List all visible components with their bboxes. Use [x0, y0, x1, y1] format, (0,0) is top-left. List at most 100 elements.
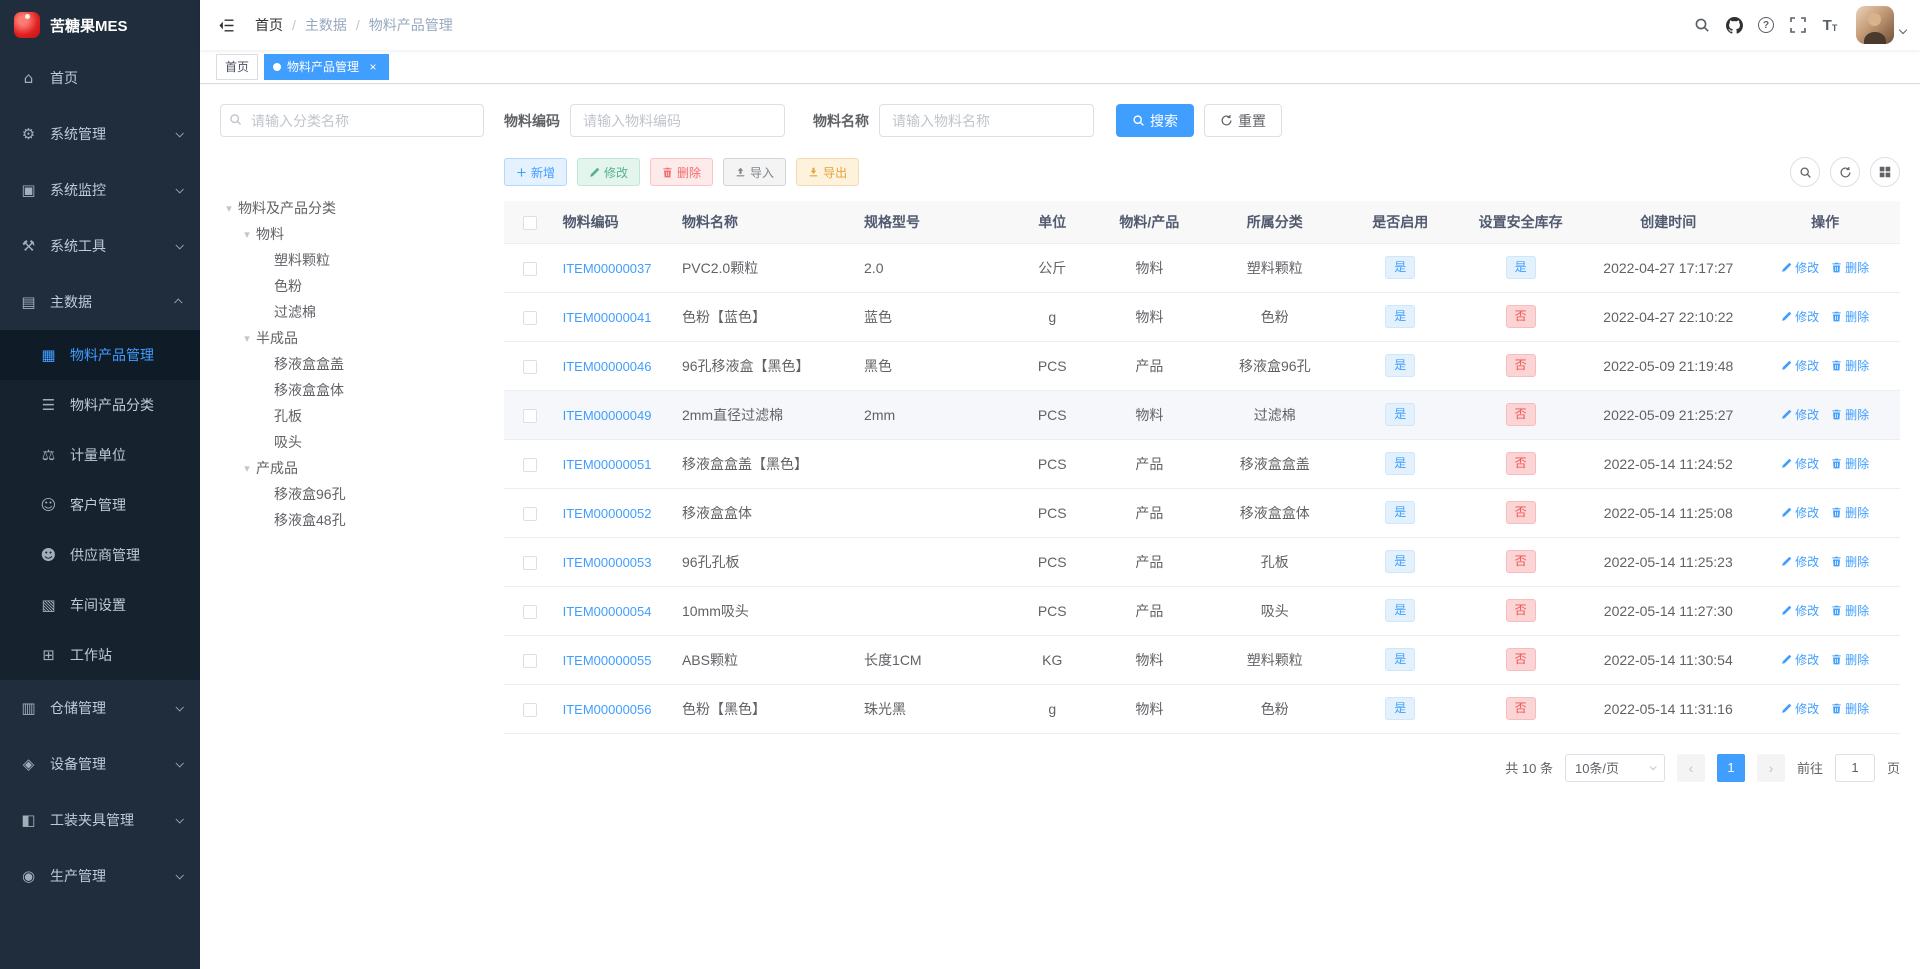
table-row[interactable]: ITEM00000051 移液盒盒盖【黑色】 PCS 产品 移液盒盒盖 是 否 2022-05… — [504, 439, 1900, 489]
row-edit-button[interactable]: 修改 — [1781, 504, 1819, 521]
tree-node[interactable]: 移液盒96孔 — [220, 481, 484, 507]
caret-down-icon[interactable]: ▾ — [238, 228, 256, 241]
tree-node[interactable]: 色粉 — [220, 273, 484, 299]
breadcrumb-home[interactable]: 首页 — [255, 15, 283, 35]
row-delete-button[interactable]: 删除 — [1831, 700, 1869, 717]
row-checkbox[interactable] — [523, 261, 538, 276]
table-row[interactable]: ITEM00000052 移液盒盒体 PCS 产品 移液盒盒体是否 2022-05-14 … — [504, 488, 1900, 538]
toggle-search-button[interactable] — [1790, 157, 1820, 187]
item-code-input[interactable] — [570, 104, 785, 137]
fullscreen-icon[interactable] — [1782, 0, 1814, 50]
tab-1[interactable]: 物料产品管理 × — [264, 53, 390, 80]
row-checkbox[interactable] — [523, 653, 538, 668]
row-checkbox[interactable] — [523, 702, 538, 717]
item-code-link[interactable]: ITEM00000051 — [563, 457, 652, 472]
caret-down-icon[interactable]: ▾ — [238, 462, 256, 475]
import-button[interactable]: 导入 — [723, 158, 787, 186]
sidebar-item-fixture[interactable]: ◧ 工装夹具管理 — [0, 792, 200, 848]
sidebar-item-home[interactable]: ⌂ 首页 — [0, 50, 200, 106]
row-checkbox[interactable] — [523, 408, 538, 423]
sidebar-item-workshop[interactable]: ▧ 车间设置 — [0, 580, 200, 630]
row-checkbox[interactable] — [523, 457, 538, 472]
table-row[interactable]: ITEM00000049 2mm直径过滤棉 2mm PCS 物料 过滤棉 是 否 2022-05… — [504, 390, 1900, 440]
tree-node[interactable]: ▾ 物料及产品分类 — [220, 195, 484, 221]
sidebar-item-system[interactable]: ⚙ 系统管理 — [0, 106, 200, 162]
user-menu[interactable] — [1856, 6, 1908, 44]
item-code-link[interactable]: ITEM00000052 — [563, 506, 652, 521]
sidebar-item-monitor[interactable]: ▣ 系统监控 — [0, 162, 200, 218]
tree-node[interactable]: 移液盒48孔 — [220, 507, 484, 533]
item-code-link[interactable]: ITEM00000046 — [563, 359, 652, 374]
export-button[interactable]: 导出 — [796, 158, 860, 186]
sidebar-item-measure-unit[interactable]: ⚖ 计量单位 — [0, 430, 200, 480]
row-delete-button[interactable]: 删除 — [1831, 553, 1869, 570]
row-delete-button[interactable]: 删除 — [1831, 504, 1869, 521]
row-delete-button[interactable]: 删除 — [1831, 357, 1869, 374]
tree-node[interactable]: ▾ 产成品 — [220, 455, 484, 481]
sidebar-item-workstation[interactable]: ⊞ 工作站 — [0, 630, 200, 680]
row-edit-button[interactable]: 修改 — [1781, 357, 1819, 374]
caret-down-icon[interactable]: ▾ — [238, 332, 256, 345]
sidebar-item-warehouse[interactable]: ▥ 仓储管理 — [0, 680, 200, 736]
search-button[interactable]: 搜索 — [1116, 104, 1194, 137]
row-delete-button[interactable]: 删除 — [1831, 602, 1869, 619]
prev-page-button[interactable]: ‹ — [1676, 753, 1705, 782]
row-edit-button[interactable]: 修改 — [1781, 259, 1819, 276]
table-row[interactable]: ITEM00000046 96孔移液盒【黑色】 黑色 PCS 产品 移液盒96孔 是 否 202… — [504, 341, 1900, 391]
row-edit-button[interactable]: 修改 — [1781, 308, 1819, 325]
item-code-link[interactable]: ITEM00000037 — [563, 261, 652, 276]
sidebar-item-equipment[interactable]: ◈ 设备管理 — [0, 736, 200, 792]
breadcrumb-master-data[interactable]: 主数据 — [305, 15, 347, 35]
table-row[interactable]: ITEM00000053 96孔孔板 PCS 产品 孔板 是 否 2022-05-14 11:… — [504, 537, 1900, 587]
reset-button[interactable]: 重置 — [1204, 104, 1282, 137]
table-row[interactable]: ITEM00000041 色粉【蓝色】 蓝色 g 物料 色粉 是 否 2022-04-27 22… — [504, 292, 1900, 342]
add-button[interactable]: 新增 — [504, 158, 568, 186]
tree-node[interactable]: 过滤棉 — [220, 299, 484, 325]
row-delete-button[interactable]: 删除 — [1831, 406, 1869, 423]
tree-node[interactable]: ▾ 物料 — [220, 221, 484, 247]
tree-node[interactable]: 孔板 — [220, 403, 484, 429]
tree-node[interactable]: 移液盒盒盖 — [220, 351, 484, 377]
sidebar-item-customer[interactable]: ☺ 客户管理 — [0, 480, 200, 530]
tree-node[interactable]: 吸头 — [220, 429, 484, 455]
help-icon[interactable]: ? — [1750, 0, 1782, 50]
row-checkbox[interactable] — [523, 506, 538, 521]
row-checkbox[interactable] — [523, 310, 538, 325]
table-row[interactable]: ITEM00000056 色粉【黑色】 珠光黑 g 物料 色粉 是 否 2022-05-14 1… — [504, 684, 1900, 734]
sidebar-item-supplier[interactable]: ☻ 供应商管理 — [0, 530, 200, 580]
row-edit-button[interactable]: 修改 — [1781, 602, 1819, 619]
sidebar-item-tools[interactable]: ⚒ 系统工具 — [0, 218, 200, 274]
search-icon[interactable] — [1686, 0, 1718, 50]
row-delete-button[interactable]: 删除 — [1831, 455, 1869, 472]
sidebar-toggle-icon[interactable] — [210, 0, 243, 50]
row-delete-button[interactable]: 删除 — [1831, 259, 1869, 276]
edit-button[interactable]: 修改 — [577, 158, 641, 186]
item-name-input[interactable] — [879, 104, 1094, 137]
item-code-link[interactable]: ITEM00000049 — [563, 408, 652, 423]
next-page-button[interactable]: › — [1756, 753, 1785, 782]
category-search-input[interactable] — [220, 104, 484, 137]
sidebar-item-master-data[interactable]: ▤ 主数据 — [0, 274, 200, 330]
row-checkbox[interactable] — [523, 359, 538, 374]
sidebar-item-material-category[interactable]: ☰ 物料产品分类 — [0, 380, 200, 430]
tree-node[interactable]: 塑料颗粒 — [220, 247, 484, 273]
goto-page-input[interactable] — [1834, 753, 1875, 782]
row-delete-button[interactable]: 删除 — [1831, 651, 1869, 668]
tree-node[interactable]: 移液盒盒体 — [220, 377, 484, 403]
row-edit-button[interactable]: 修改 — [1781, 455, 1819, 472]
github-icon[interactable] — [1718, 0, 1750, 50]
row-checkbox[interactable] — [523, 604, 538, 619]
sidebar-item-production[interactable]: ◉ 生产管理 — [0, 848, 200, 904]
app-logo[interactable]: 苦糖果MES — [0, 0, 200, 50]
item-code-link[interactable]: ITEM00000053 — [563, 555, 652, 570]
caret-down-icon[interactable]: ▾ — [220, 202, 238, 215]
row-edit-button[interactable]: 修改 — [1781, 700, 1819, 717]
row-edit-button[interactable]: 修改 — [1781, 651, 1819, 668]
table-row[interactable]: ITEM00000037 PVC2.0颗粒 2.0 公斤 物料 塑料颗粒 是 是 2022-04… — [504, 243, 1900, 293]
row-delete-button[interactable]: 删除 — [1831, 308, 1869, 325]
font-size-icon[interactable]: TT — [1814, 0, 1846, 50]
close-tab-icon[interactable]: × — [366, 60, 380, 74]
table-row[interactable]: ITEM00000055 ABS颗粒 长度1CM KG 物料 塑料颗粒 是 否 2022-05-… — [504, 635, 1900, 685]
sidebar-item-material-manage[interactable]: ▦ 物料产品管理 — [0, 330, 200, 380]
item-code-link[interactable]: ITEM00000056 — [563, 702, 652, 717]
